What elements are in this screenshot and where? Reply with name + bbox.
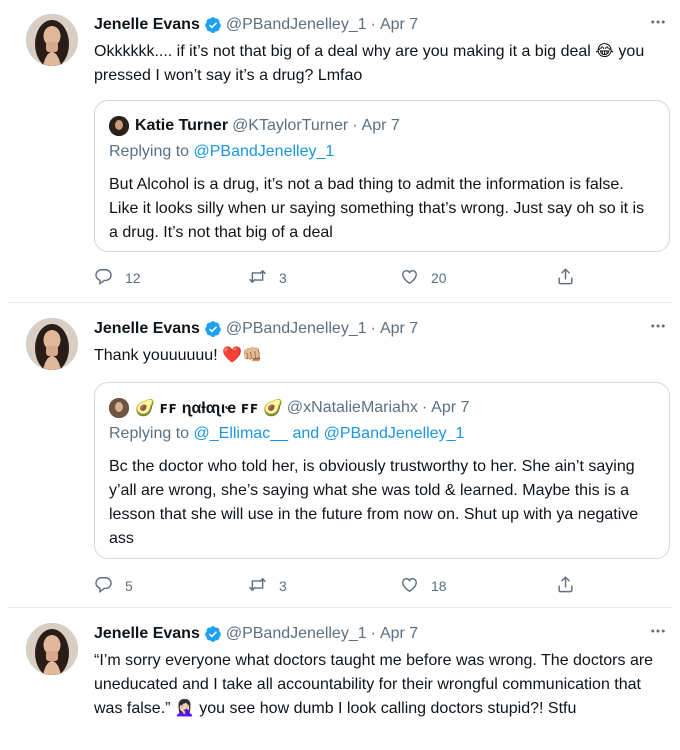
more-options-icon[interactable] [646, 316, 670, 336]
author-name[interactable]: Jenelle Evans [94, 625, 200, 643]
avatar[interactable] [26, 14, 78, 66]
retweet-count: 3 [279, 578, 287, 594]
share-icon [556, 575, 575, 597]
like-button[interactable]: 20 [400, 266, 447, 290]
quoted-tweet[interactable]: 🥑 ꜰꜰ ɳαƚαʅιҽ ꜰꜰ 🥑 @xNatalieMariahx · Apr… [94, 382, 670, 559]
retweet-count: 3 [279, 270, 287, 286]
quoted-author-name: 🥑 ꜰꜰ ɳαƚαʅιҽ ꜰꜰ 🥑 [135, 400, 283, 417]
author-handle[interactable]: @PBandJenelley_1 [226, 625, 367, 643]
quoted-tweet-date: Apr 7 [431, 399, 470, 416]
quoted-tweet-text: Bc the doctor who told her, is obviously… [109, 458, 639, 547]
quoted-tweet-text: But Alcohol is a drug, it’s not a bad th… [109, 176, 645, 241]
tweet-header: Jenelle Evans @PBandJenelley_1 · Apr 7 [94, 14, 418, 36]
tweet-date[interactable]: Apr 7 [380, 625, 418, 643]
separator: · [370, 16, 376, 33]
more-options-icon[interactable] [646, 12, 670, 32]
quoted-tweet-header: 🥑 ꜰꜰ ɳαƚαʅιҽ ꜰꜰ 🥑 @xNatalieMariahx · Apr… [109, 397, 469, 419]
replying-mention[interactable]: @_Ellimac__ and @PBandJenelley_1 [194, 425, 465, 442]
share-icon [556, 267, 575, 289]
tweet-text: “I’m sorry everyone what doctors taught … [94, 652, 654, 717]
tweet-date[interactable]: Apr 7 [380, 320, 418, 338]
avatar [109, 116, 129, 136]
separator: · [370, 625, 376, 642]
tweet-date[interactable]: Apr 7 [380, 16, 418, 34]
tweet[interactable]: Jenelle Evans @PBandJenelley_1 · Apr 7 T… [8, 304, 672, 608]
replying-to: Replying to @_Ellimac__ and @PBandJenell… [109, 425, 464, 443]
reply-count: 12 [125, 270, 141, 286]
avatar[interactable] [26, 623, 78, 675]
author-name[interactable]: Jenelle Evans [94, 320, 200, 338]
like-count: 18 [431, 578, 447, 594]
replying-to: Replying to @PBandJenelley_1 [109, 143, 334, 161]
quoted-tweet-header: Katie Turner @KTaylorTurner · Apr 7 [109, 115, 400, 137]
replying-mention[interactable]: @PBandJenelley_1 [194, 143, 335, 160]
share-button[interactable] [556, 266, 575, 290]
like-button[interactable]: 18 [400, 574, 447, 598]
tweet[interactable]: Jenelle Evans @PBandJenelley_1 · Apr 7 O… [8, 0, 672, 303]
reply-button[interactable]: 12 [94, 266, 141, 290]
retweet-button[interactable]: 3 [248, 266, 287, 290]
tweet-header: Jenelle Evans @PBandJenelley_1 · Apr 7 [94, 318, 418, 340]
heart-icon [400, 267, 419, 289]
replying-prefix: Replying to [109, 425, 194, 442]
tweet[interactable]: Jenelle Evans @PBandJenelley_1 · Apr 7 “… [8, 609, 672, 750]
replying-prefix: Replying to [109, 143, 194, 160]
avatar [109, 398, 129, 418]
retweet-icon [248, 267, 267, 289]
quoted-author-handle: @KTaylorTurner [232, 117, 349, 134]
verified-icon [204, 625, 222, 643]
quoted-author-handle: @xNatalieMariahx [286, 399, 418, 416]
avatar[interactable] [26, 318, 78, 370]
reply-button[interactable]: 5 [94, 574, 133, 598]
author-name[interactable]: Jenelle Evans [94, 16, 200, 34]
verified-icon [204, 16, 222, 34]
reply-icon [94, 575, 113, 597]
quoted-author-name: Katie Turner [135, 117, 229, 134]
share-button[interactable] [556, 574, 575, 598]
tweet-text: Thank youuuuuu! ❤️👊🏼 [94, 347, 262, 364]
tweet-header: Jenelle Evans @PBandJenelley_1 · Apr 7 [94, 623, 418, 645]
more-options-icon[interactable] [646, 621, 670, 641]
separator: · [370, 320, 376, 337]
author-handle[interactable]: @PBandJenelley_1 [226, 320, 367, 338]
retweet-button[interactable]: 3 [248, 574, 287, 598]
separator: · [421, 399, 428, 416]
quoted-tweet[interactable]: Katie Turner @KTaylorTurner · Apr 7 Repl… [94, 100, 670, 252]
action-bar: 5 3 18 [94, 574, 584, 598]
separator: · [352, 117, 358, 134]
author-handle[interactable]: @PBandJenelley_1 [226, 16, 367, 34]
action-bar: 12 3 20 [94, 266, 584, 290]
reply-icon [94, 267, 113, 289]
tweet-text: Okkkkkk.... if it’s not that big of a de… [94, 43, 645, 84]
like-count: 20 [431, 270, 447, 286]
reply-count: 5 [125, 578, 133, 594]
heart-icon [400, 575, 419, 597]
quoted-tweet-date: Apr 7 [361, 117, 400, 134]
verified-icon [204, 320, 222, 338]
retweet-icon [248, 575, 267, 597]
